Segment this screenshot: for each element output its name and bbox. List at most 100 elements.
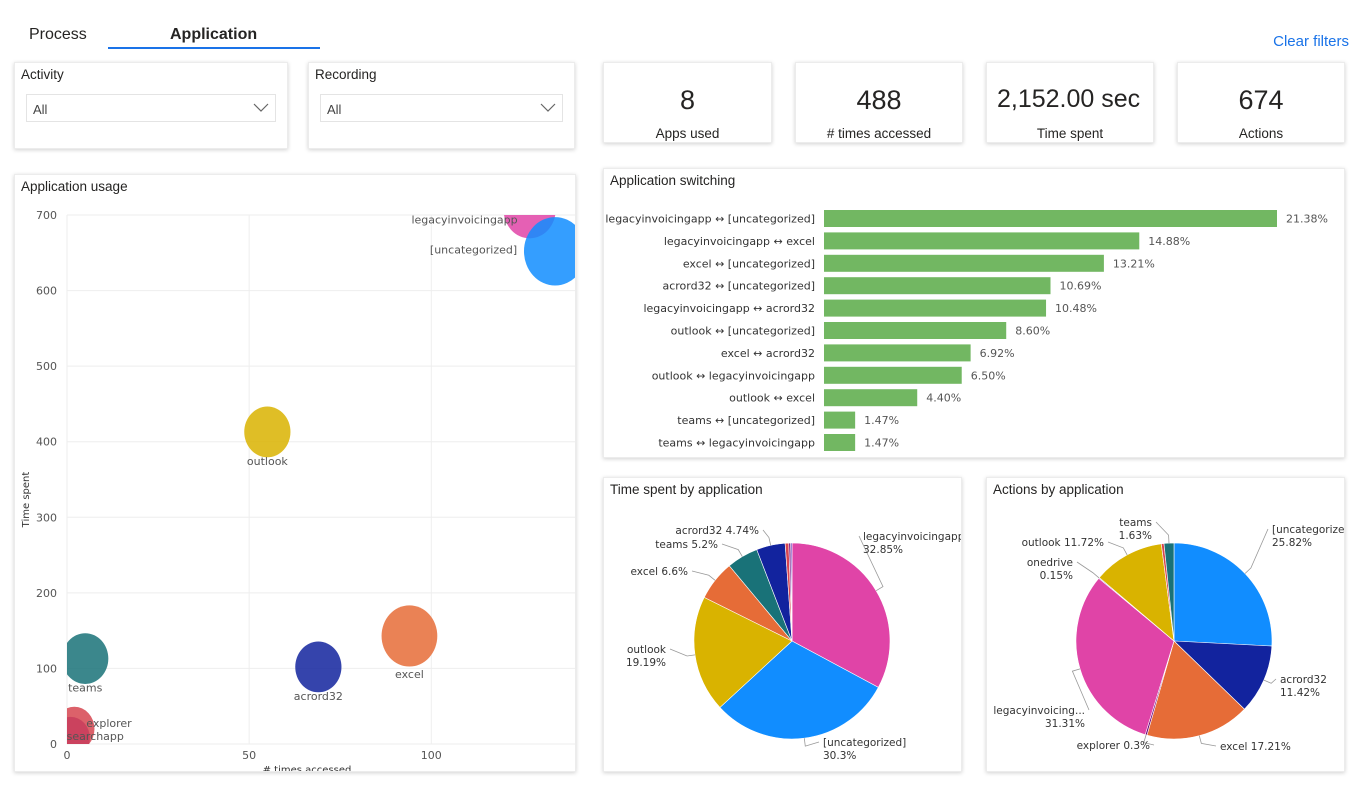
bar-value-label: 6.92%: [980, 347, 1015, 360]
recording-dropdown-value: All: [327, 102, 342, 117]
pie-label: 0.15%: [1040, 570, 1073, 582]
application-switching-chart: legacyinvoicingapp ↔ [uncategorized] 21.3…: [605, 210, 1328, 451]
pie-label: teams: [1119, 517, 1152, 529]
bar: [824, 366, 962, 384]
kpi-value: 8: [679, 85, 696, 115]
pie-label: onedrive: [1027, 557, 1073, 569]
pie-label: excel 6.6%: [631, 566, 688, 578]
leader-line: [1076, 561, 1100, 579]
bubble-excel: [381, 605, 438, 667]
recording-slicer: Recording All: [308, 62, 575, 149]
leader-line: [1107, 541, 1128, 556]
bar: [824, 344, 971, 362]
pie-label: acrord32: [1280, 674, 1327, 686]
pie-label: excel 17.21%: [1220, 741, 1291, 753]
leader-line: [803, 738, 820, 747]
recording-dropdown[interactable]: All: [320, 94, 563, 122]
kpi-value: 2,152.00 sec: [997, 85, 1141, 113]
recording-slicer-label: Recording: [315, 67, 377, 82]
bar: [824, 210, 1277, 227]
bar-value-label: 10.69%: [1060, 280, 1102, 293]
bar-category-label: teams ↔ [uncategorized]: [677, 414, 815, 427]
activity-dropdown[interactable]: All: [26, 94, 276, 122]
leader-line: [762, 529, 772, 546]
x-tick-label: 0: [64, 749, 71, 762]
bar-value-label: 21.38%: [1286, 213, 1328, 226]
bar: [824, 299, 1047, 317]
pie-label: acrord32 4.74%: [675, 525, 759, 537]
tab-application[interactable]: Application: [170, 26, 257, 44]
activity-slicer-label: Activity: [21, 67, 64, 82]
bar-value-label: 13.21%: [1113, 257, 1155, 270]
pie-label: 30.3%: [823, 750, 856, 762]
bar: [824, 411, 856, 429]
activity-dropdown-value: All: [33, 102, 48, 117]
bar: [824, 277, 1051, 295]
bar-category-label: legacyinvoicingapp ↔ [uncategorized]: [605, 213, 815, 226]
time-spent-pie: legacyinvoicingapp32.85% [uncategorized]3…: [626, 525, 962, 762]
kpi-times-accessed: 488 # times accessed: [795, 62, 963, 143]
pie-label: legacyinvoicingapp: [863, 531, 962, 543]
y-tick-label: 200: [36, 587, 57, 600]
y-tick-label: 700: [36, 209, 57, 222]
leader-line: [691, 570, 716, 581]
x-tick-label: 100: [421, 749, 442, 762]
kpi-apps-used: 8 Apps used: [603, 62, 772, 143]
chevron-down-icon: [540, 103, 556, 112]
pie-label: 19.19%: [626, 657, 666, 669]
pie-label: 31.31%: [1045, 718, 1085, 730]
y-tick-label: 100: [36, 662, 57, 675]
leader-line: [669, 648, 696, 657]
kpi-label: # times accessed: [826, 126, 932, 141]
pie-label: 1.63%: [1119, 530, 1152, 542]
bar: [824, 254, 1104, 272]
y-tick-label: 600: [36, 285, 57, 298]
bubble-label: outlook: [247, 455, 289, 468]
actions-pie: [uncategorized25.82% acrord3211.42% excel …: [993, 517, 1344, 753]
pie-label: outlook 11.72%: [1022, 537, 1104, 549]
pie-label: [uncategorized]: [823, 737, 906, 749]
bubble-outlook: [244, 406, 291, 458]
bar-category-label: outlook ↔ [uncategorized]: [671, 325, 815, 338]
pie-label: 32.85%: [863, 544, 903, 556]
bar-value-label: 1.47%: [864, 437, 899, 450]
pie-label: outlook: [627, 644, 667, 656]
pie-label: teams 5.2%: [655, 539, 718, 551]
bubble-teams: [67, 633, 109, 684]
pie-label: explorer 0.3%: [1077, 740, 1150, 752]
kpi-time-spent: 2,152.00 sec Time spent: [986, 62, 1154, 143]
chevron-down-icon: [253, 103, 269, 112]
bar-category-label: legacyinvoicingapp ↔ excel: [664, 235, 815, 248]
bar-category-label: outlook ↔ excel: [729, 392, 815, 405]
bubble-label: [uncategorized]: [430, 243, 517, 256]
bar: [824, 389, 918, 407]
leader-line: [1155, 521, 1170, 544]
bar-category-label: excel ↔ [uncategorized]: [683, 257, 815, 270]
y-tick-label: 0: [50, 738, 57, 751]
pie-label: 11.42%: [1280, 687, 1320, 699]
bar-value-label: 1.47%: [864, 414, 899, 427]
bubble-label: legacyinvoicingapp: [411, 214, 517, 227]
y-tick-label: 300: [36, 511, 57, 524]
tab-process[interactable]: Process: [29, 26, 87, 44]
leader-line: [1198, 735, 1217, 747]
bar: [824, 434, 856, 451]
bar-value-label: 6.50%: [971, 369, 1006, 382]
leader-line: [721, 543, 743, 557]
leader-line: [1263, 678, 1277, 684]
time-spent-card: Time spent by application legacyinvoicin…: [603, 477, 962, 772]
y-axis-title: Time spent: [21, 472, 32, 529]
bar: [824, 232, 1140, 250]
kpi-label: Actions: [1238, 126, 1284, 141]
activity-slicer: Activity All: [14, 62, 288, 149]
pie-slice-uncategorized: [1173, 542, 1273, 647]
clear-filters-link[interactable]: Clear filters: [1273, 33, 1349, 50]
bubble-label: excel: [395, 668, 424, 681]
kpi-value: 674: [1238, 85, 1284, 115]
bar-category-label: acrord32 ↔ [uncategorized]: [662, 280, 815, 293]
bubble-acrord32: [295, 641, 342, 693]
actions-card: Actions by application [uncategorized 25.…: [986, 477, 1345, 772]
bar: [824, 322, 1007, 339]
leader-line: [1244, 528, 1269, 574]
bar-value-label: 10.48%: [1055, 302, 1097, 315]
